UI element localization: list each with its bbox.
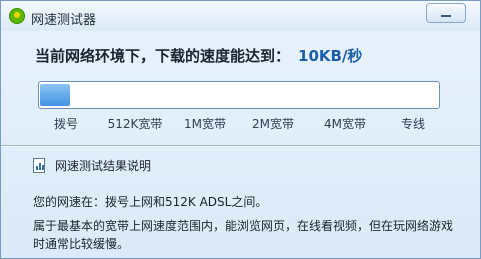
window-title: 网速测试器: [31, 13, 97, 28]
speed-meter: [38, 81, 440, 109]
result-detail-line-2: 时通常比较缓慢。: [33, 237, 130, 251]
speed-meter-fill: [40, 84, 70, 106]
result-detail-line-1: 属于最基本的宽带上网速度范围内，能浏览网页，在线看视频，但在玩网络游戏: [33, 219, 454, 233]
section-divider: [1, 145, 480, 146]
speed-scale: 拨号 512K宽带 1M宽带 2M宽带 4M宽带 专线: [1, 115, 481, 135]
tick-label: 1M宽带: [184, 117, 226, 131]
speed-headline: 当前网络环境下，下载的速度能达到： 10KB/秒: [35, 45, 362, 66]
title-bar[interactable]: 网速测试器: [1, 1, 480, 31]
tick-label: 512K宽带: [107, 117, 163, 131]
minimize-button[interactable]: [426, 3, 466, 23]
tick-label: 4M宽带: [324, 117, 366, 131]
report-chart-icon: [33, 158, 45, 173]
result-summary: 您的网速在：拨号上网和512K ADSL之间。: [33, 195, 268, 209]
speed-prefix: 当前网络环境下，下载的速度能达到：: [35, 47, 291, 65]
minimize-icon: [441, 15, 451, 17]
tick-label: 专线: [400, 117, 426, 131]
tick-label: 拨号: [53, 117, 79, 131]
speed-test-window: 网速测试器 当前网络环境下，下载的速度能达到： 10KB/秒 拨号 512K宽带 …: [0, 0, 481, 259]
tick-label: 2M宽带: [252, 117, 294, 131]
result-title: 网速测试结果说明: [55, 159, 152, 173]
speed-test-app-icon: [9, 8, 25, 24]
speed-value: 10KB/秒: [298, 47, 363, 65]
